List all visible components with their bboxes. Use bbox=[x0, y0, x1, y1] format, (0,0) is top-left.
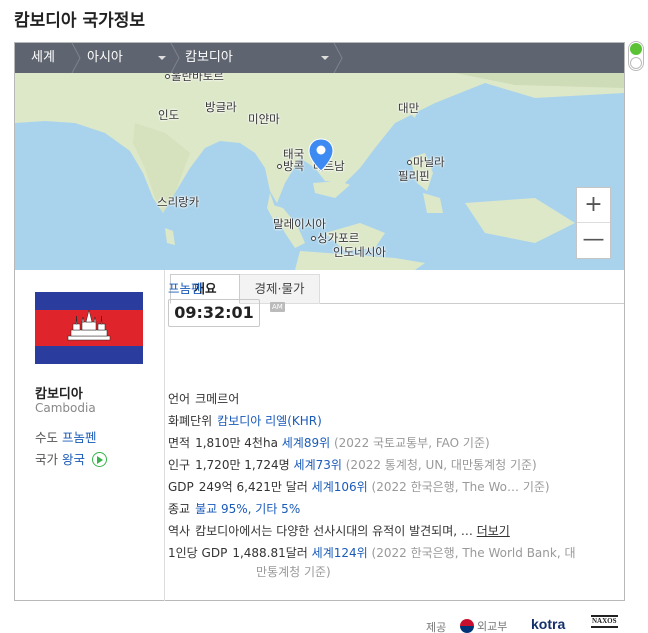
map-label-myanmar: 미얀마 bbox=[248, 112, 280, 126]
mofa-logo[interactable]: 외교부 bbox=[460, 618, 520, 633]
breadcrumb-separator bbox=[170, 42, 180, 74]
plus-icon[interactable]: + bbox=[577, 188, 610, 223]
capital-link[interactable]: 프놈펜 bbox=[62, 430, 97, 445]
fact-source: (2022 통계청, UN, 대만통계청 기준) bbox=[345, 458, 537, 472]
fact-value: 1,720만 1,724명 bbox=[195, 458, 290, 472]
gdp-rank-link[interactable]: 세계106위 bbox=[312, 480, 368, 494]
clock-city[interactable]: 프놈펜 bbox=[168, 278, 203, 297]
city-dot-icon bbox=[277, 164, 282, 169]
view-toggle[interactable] bbox=[628, 41, 644, 71]
country-info-card: 세계 아시아 캄보디아 울란바토르 인도 방글라 미얀마 대만 태국 방콕 베트… bbox=[14, 42, 625, 601]
breadcrumb-country-dropdown[interactable]: 캄보디아 bbox=[185, 43, 233, 73]
fact-population: 인구 1,720만 1,724명 세계73위 (2022 통계청, UN, 대만통… bbox=[168, 456, 537, 473]
toggle-off-knob bbox=[630, 57, 642, 69]
ampm-badge: AM bbox=[270, 302, 285, 312]
map-label-text: 울란바토르 bbox=[171, 73, 224, 83]
country-summary-panel: 캄보디아 Cambodia 수도 프놈펜 국가 왕국 bbox=[15, 270, 165, 601]
fact-label: 면적 bbox=[168, 436, 191, 450]
fact-currency: 화폐단위 캄보디아 리엘(KHR) bbox=[168, 412, 322, 429]
fact-value: 크메르어 bbox=[195, 392, 240, 406]
map-label-india: 인도 bbox=[158, 108, 180, 122]
fact-value: 1,488.81달러 bbox=[232, 546, 308, 560]
location-pin-icon[interactable] bbox=[308, 138, 334, 176]
area-rank-link[interactable]: 세계89위 bbox=[282, 436, 330, 450]
map-zoom-control: + — bbox=[576, 187, 611, 259]
naxos-logo[interactable]: NAXOS bbox=[591, 615, 618, 628]
fact-value: 249억 6,421만 달러 bbox=[198, 480, 308, 494]
religion-link[interactable]: 불교 95%, 기타 5% bbox=[195, 502, 300, 516]
map-label-taiwan: 대만 bbox=[398, 101, 420, 115]
nation-label: 국가 bbox=[35, 452, 59, 467]
population-rank-link[interactable]: 세계73위 bbox=[294, 458, 342, 472]
page-title: 캄보디아 국가정보 bbox=[14, 11, 146, 31]
cambodia-flag-icon bbox=[35, 292, 143, 364]
local-time-clock: 09:32:01 bbox=[168, 299, 260, 327]
breadcrumb-separator bbox=[333, 42, 343, 74]
capital-label: 수도 bbox=[35, 430, 59, 445]
fact-value: 캄보디아에서는 다양한 선사시대의 유적이 발견되며, … bbox=[195, 524, 473, 538]
toggle-on-knob bbox=[630, 43, 642, 55]
fact-label: 1인당 GDP bbox=[168, 546, 228, 560]
capital-row: 수도 프놈펜 bbox=[35, 427, 97, 446]
fact-gdp-per-capita: 1인당 GDP 1,488.81달러 세계124위 (2022 한국은행, The… bbox=[168, 544, 576, 561]
map-label-sri-lanka: 스리랑카 bbox=[157, 195, 200, 209]
map-label-philippines: 필리핀 bbox=[398, 169, 430, 183]
breadcrumb-separator bbox=[71, 42, 81, 74]
fact-religion: 종교 불교 95%, 기타 5% bbox=[168, 500, 300, 517]
fact-history: 역사 캄보디아에서는 다양한 선사시대의 유적이 발견되며, … 더보기 bbox=[168, 522, 510, 539]
fact-source-end: 기준) bbox=[522, 480, 550, 494]
chevron-down-icon bbox=[158, 56, 166, 60]
mofa-label: 외교부 bbox=[477, 620, 508, 633]
fact-source: (2022 국토교통부, FAO 기준) bbox=[333, 436, 490, 450]
city-dot-icon bbox=[165, 74, 170, 79]
minus-icon[interactable]: — bbox=[577, 223, 610, 258]
map-label-text: 마닐라 bbox=[413, 155, 445, 169]
fact-label: 인구 bbox=[168, 458, 191, 472]
fact-source-continued: 만통계청 기준) bbox=[256, 565, 331, 579]
country-name: 캄보디아 bbox=[35, 387, 83, 402]
fact-label: 화폐단위 bbox=[168, 414, 213, 428]
fact-label: GDP bbox=[168, 480, 194, 494]
nation-link[interactable]: 왕국 bbox=[62, 452, 85, 467]
play-icon[interactable] bbox=[92, 452, 107, 467]
breadcrumb-region-dropdown[interactable]: 아시아 bbox=[87, 43, 123, 73]
provided-by-label: 제공 bbox=[426, 621, 447, 633]
fact-language: 언어 크메르어 bbox=[168, 390, 239, 407]
currency-link[interactable]: 캄보디아 리엘(KHR) bbox=[217, 414, 322, 428]
history-more-link[interactable]: 더보기 bbox=[477, 524, 510, 538]
city-dot-icon bbox=[407, 160, 412, 165]
fact-label: 종교 bbox=[168, 502, 191, 516]
map-label-ulaanbaatar: 울란바토르 bbox=[165, 73, 224, 84]
map-label-text: 싱가포르 bbox=[317, 231, 360, 245]
map-label-text: 방콕 bbox=[283, 159, 305, 173]
city-dot-icon bbox=[311, 236, 316, 241]
breadcrumb-region-label: 아시아 bbox=[87, 50, 123, 65]
map-label-indonesia: 인도네시아 bbox=[333, 245, 386, 259]
breadcrumb-world[interactable]: 세계 bbox=[31, 43, 55, 73]
fact-label: 역사 bbox=[168, 524, 191, 538]
fact-source: (2022 한국은행, The World Bank, 대 bbox=[371, 546, 576, 560]
country-name-english: Cambodia bbox=[35, 401, 96, 415]
fact-area: 면적 1,810만 4천ha 세계89위 (2022 국토교통부, FAO 기준) bbox=[168, 434, 490, 451]
map-label-bangladesh: 방글라 bbox=[205, 100, 237, 114]
fact-label: 언어 bbox=[168, 392, 191, 406]
kotra-logo[interactable]: kotra bbox=[531, 616, 565, 632]
nation-row: 국가 왕국 bbox=[35, 449, 107, 468]
fact-gdp: GDP 249억 6,421만 달러 세계106위 (2022 한국은행, The… bbox=[168, 478, 550, 495]
taeguk-icon bbox=[460, 619, 474, 633]
breadcrumb: 세계 아시아 캄보디아 bbox=[15, 42, 624, 74]
chevron-down-icon bbox=[321, 56, 329, 60]
fact-source: (2022 한국은행, The Wo… bbox=[371, 480, 519, 494]
footer-providers: 제공 외교부 kotra NAXOS bbox=[426, 615, 618, 633]
gdp-per-capita-rank-link[interactable]: 세계124위 bbox=[312, 546, 368, 560]
breadcrumb-country-label: 캄보디아 bbox=[185, 50, 233, 65]
country-map[interactable]: 울란바토르 인도 방글라 미얀마 대만 태국 방콕 베트남 마닐라 필리핀 스리… bbox=[15, 73, 624, 270]
fact-value: 1,810만 4천ha bbox=[195, 436, 278, 450]
map-label-bangkok: 방콕 bbox=[277, 158, 304, 174]
breadcrumb-world-label: 세계 bbox=[31, 50, 55, 65]
